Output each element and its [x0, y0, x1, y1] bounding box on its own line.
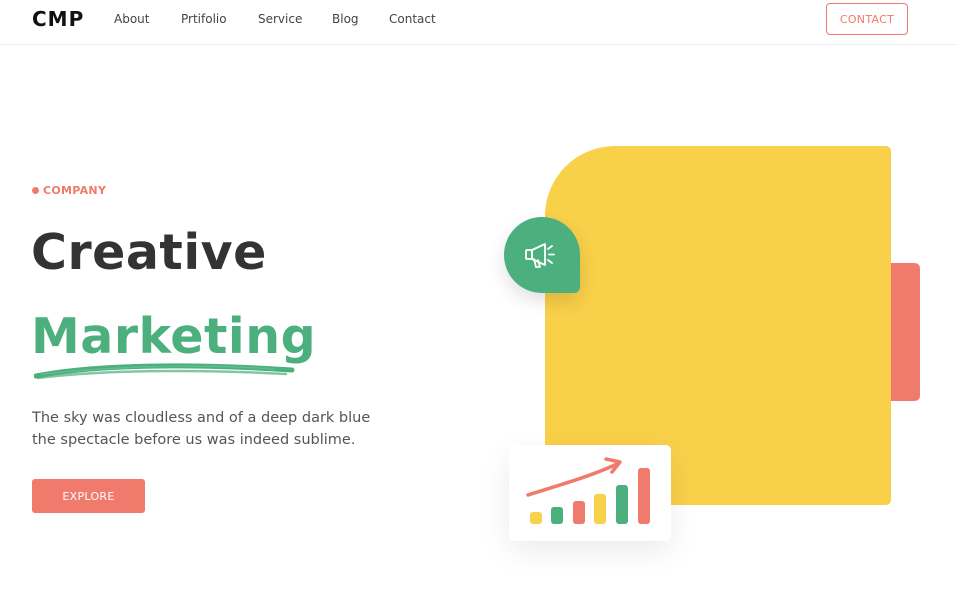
trend-arrow: [526, 462, 619, 497]
chart-bar-1: [530, 512, 542, 524]
contact-button[interactable]: CONTACT: [826, 3, 908, 35]
megaphone-badge: [504, 217, 580, 293]
hero-description: The sky was cloudless and of a deep dark…: [32, 407, 402, 451]
eyebrow-text: COMPANY: [43, 184, 107, 197]
nav-link-portfolio[interactable]: Prtifolio: [181, 12, 227, 26]
chart-bar-2: [551, 507, 563, 524]
nav-link-blog[interactable]: Blog: [332, 12, 359, 26]
hero-description-line-2: the spectacle before us was indeed subli…: [32, 432, 356, 448]
chart-bar-3: [573, 501, 585, 524]
chart-bar-4: [594, 494, 606, 524]
explore-button[interactable]: EXPLORE: [32, 479, 145, 513]
eyebrow-label: COMPANY: [32, 184, 106, 197]
hero-title-line-1: Creative: [31, 224, 267, 281]
nav-link-about[interactable]: About: [114, 12, 149, 26]
hero-description-line-1: The sky was cloudless and of a deep dark…: [32, 410, 371, 426]
top-navbar: CMP About Prtifolio Service Blog Contact…: [0, 0, 957, 45]
growth-chart-icon: [526, 457, 650, 524]
brush-underline: [34, 363, 295, 380]
logo[interactable]: CMP: [32, 7, 84, 31]
growth-chart-card: [509, 445, 671, 541]
chart-bar-6: [638, 468, 650, 524]
hero-title-line-2: Marketing: [31, 308, 317, 365]
nav-link-service[interactable]: Service: [258, 12, 302, 26]
chart-bar-5: [616, 485, 628, 524]
nav-link-contact[interactable]: Contact: [389, 12, 436, 26]
megaphone-icon: [525, 243, 555, 268]
eyebrow-dot: [32, 187, 39, 194]
